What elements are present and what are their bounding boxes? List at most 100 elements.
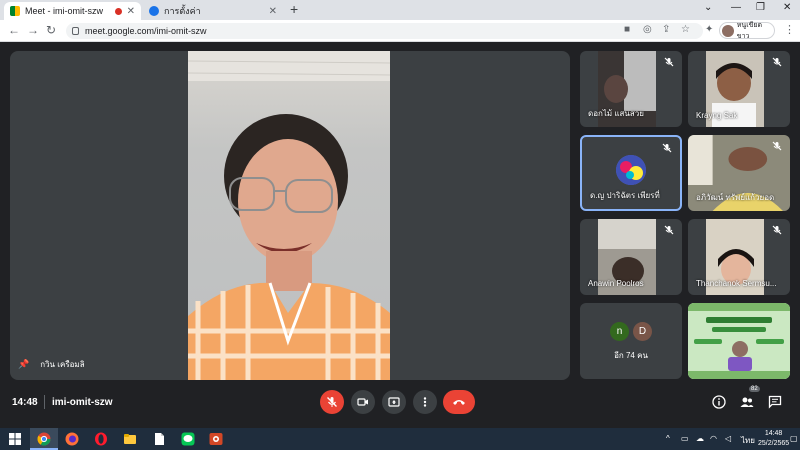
- mic-off-icon: [664, 225, 674, 235]
- meeting-code: imi-omit-szw: [52, 397, 113, 408]
- back-button[interactable]: ←: [8, 23, 20, 37]
- reload-button[interactable]: ↻: [46, 23, 56, 37]
- tab-search-icon[interactable]: ⌄: [704, 2, 712, 13]
- mic-off-icon: [772, 225, 782, 235]
- others-avatars: n D: [580, 322, 682, 341]
- info-icon[interactable]: [712, 395, 726, 409]
- others-count: อีก 74 คน: [614, 351, 648, 360]
- participant-name: อภิวัฒน์ ทรัพย์แก้วยอด: [696, 193, 775, 202]
- lock-icon: [72, 27, 79, 35]
- participant-tile[interactable]: Krayng Sak: [688, 51, 790, 127]
- main-speaker-label: 📌 กวิน เครือมลิ: [18, 358, 85, 371]
- people-icon[interactable]: [740, 395, 754, 409]
- presentation-thumbnail: [688, 303, 790, 379]
- meet-stage: 📌 กวิน เครือมลิ ดอกไม้ แสนสวย Krayng Sak: [0, 42, 800, 428]
- hang-up-icon: [453, 400, 465, 405]
- participant-name: Thanchanok Sermsu...: [696, 279, 777, 288]
- close-window-button[interactable]: ✕: [783, 2, 791, 13]
- participant-tile[interactable]: Anawin Poolros: [580, 219, 682, 295]
- clock-date: 25/2/2565: [758, 440, 790, 447]
- present-button[interactable]: [382, 390, 406, 414]
- tab-title: Meet - imi-omit-szw: [25, 6, 103, 16]
- notification-icon[interactable]: ▢: [790, 434, 798, 443]
- more-vertical-icon: [423, 397, 427, 407]
- video-icon: [357, 398, 368, 406]
- line-app-icon[interactable]: [181, 432, 195, 446]
- star-icon[interactable]: ☆: [681, 24, 690, 35]
- network-icon[interactable]: ▭: [681, 434, 689, 443]
- clock-time: 14:48: [764, 430, 783, 437]
- recording-dot-icon: [114, 7, 122, 15]
- camera-toggle-button[interactable]: [351, 390, 375, 414]
- participant-name: ด.ญ ปาริฉัตร เพียรที่: [590, 191, 660, 200]
- avatar: [722, 24, 734, 37]
- volume-icon[interactable]: ◁: [725, 434, 731, 443]
- input-language[interactable]: ไทย: [741, 434, 755, 447]
- avatar: n: [610, 322, 629, 341]
- share-icon[interactable]: ⇪: [662, 24, 670, 35]
- mic-off-icon: [664, 57, 674, 67]
- forward-button[interactable]: →: [27, 23, 39, 37]
- close-tab-icon[interactable]: ✕: [127, 6, 135, 17]
- mic-toggle-button[interactable]: [320, 390, 344, 414]
- leave-call-button[interactable]: [443, 390, 475, 414]
- profile-name: หนูเขียดขาว: [736, 21, 763, 40]
- document-icon[interactable]: [152, 432, 166, 446]
- restore-button[interactable]: ❐: [756, 2, 765, 13]
- eye-off-icon[interactable]: ◎: [643, 24, 652, 35]
- present-screen-icon: [388, 397, 400, 407]
- chrome-icon[interactable]: [37, 432, 51, 446]
- show-hidden-icons-icon[interactable]: ^: [666, 434, 670, 443]
- tab-settings[interactable]: การตั้งค่า ✕: [143, 2, 283, 20]
- main-speaker-video: [188, 51, 390, 380]
- system-clock[interactable]: 14:48 25/2/2565: [758, 429, 789, 449]
- speaker-video-frame: [188, 51, 390, 380]
- opera-icon[interactable]: [94, 432, 108, 446]
- firefox-icon[interactable]: [65, 432, 79, 446]
- url-text: meet.google.com/imi-omit-szw: [85, 26, 207, 36]
- close-tab-icon[interactable]: ✕: [269, 6, 277, 17]
- avatar: D: [633, 322, 652, 341]
- participant-name: ดอกไม้ แสนสวย: [588, 109, 644, 118]
- gear-icon: [149, 6, 159, 16]
- more-icon[interactable]: ⋮: [784, 23, 795, 36]
- presentation-tile[interactable]: [688, 303, 790, 379]
- mic-off-icon: [662, 143, 672, 153]
- avatar-image: [616, 155, 646, 185]
- participant-tile[interactable]: อภิวัฒน์ ทรัพย์แก้วยอด: [688, 135, 790, 211]
- file-explorer-icon[interactable]: [123, 432, 137, 446]
- mic-off-icon: [772, 57, 782, 67]
- participant-tile[interactable]: Thanchanok Sermsu...: [688, 219, 790, 295]
- windows-taskbar: ^ ▭ ☁ ◠ ◁ ไทย 14:48 25/2/2565 ▢: [0, 428, 800, 450]
- others-tile[interactable]: n D อีก 74 คน: [580, 303, 682, 379]
- tab-meet[interactable]: Meet - imi-omit-szw ✕: [4, 2, 141, 20]
- main-speaker-tile[interactable]: 📌 กวิน เครือมลิ: [10, 51, 570, 380]
- powerpoint-icon[interactable]: [209, 432, 223, 446]
- camera-icon[interactable]: ■: [624, 24, 630, 35]
- wifi-icon[interactable]: ◠: [710, 434, 717, 443]
- participant-tile-active[interactable]: ด.ญ ปาริฉัตร เพียรที่: [580, 135, 682, 211]
- main-speaker-name: กวิน เครือมลิ: [40, 360, 85, 369]
- browser-tab-bar: Meet - imi-omit-szw ✕ การตั้งค่า ✕ + ⌄ —…: [0, 0, 800, 20]
- browser-toolbar: ← → ↻ meet.google.com/imi-omit-szw ■ ◎ ⇪…: [0, 20, 800, 42]
- extensions-icon[interactable]: ✦: [705, 24, 713, 35]
- participant-name: Krayng Sak: [696, 111, 738, 120]
- avatar: [616, 155, 646, 185]
- participant-tile[interactable]: ดอกไม้ แสนสวย: [580, 51, 682, 127]
- meeting-time: 14:48: [12, 397, 38, 408]
- mic-off-icon: [772, 141, 782, 151]
- participant-count-badge: 82: [749, 386, 760, 392]
- meet-icon: [10, 6, 20, 16]
- more-options-button[interactable]: [413, 390, 437, 414]
- participant-name: Anawin Poolros: [588, 279, 644, 288]
- tab-title: การตั้งค่า: [164, 6, 201, 16]
- address-bar[interactable]: meet.google.com/imi-omit-szw: [66, 23, 703, 39]
- windows-start-icon[interactable]: [8, 432, 22, 446]
- mic-off-icon: [327, 397, 337, 407]
- minimize-button[interactable]: —: [731, 2, 741, 13]
- chat-icon[interactable]: [768, 395, 782, 409]
- profile-button[interactable]: หนูเขียดขาว: [719, 21, 775, 40]
- pin-icon[interactable]: 📌: [18, 359, 29, 370]
- cloud-icon[interactable]: ☁: [696, 434, 704, 443]
- new-tab-button[interactable]: +: [290, 1, 298, 17]
